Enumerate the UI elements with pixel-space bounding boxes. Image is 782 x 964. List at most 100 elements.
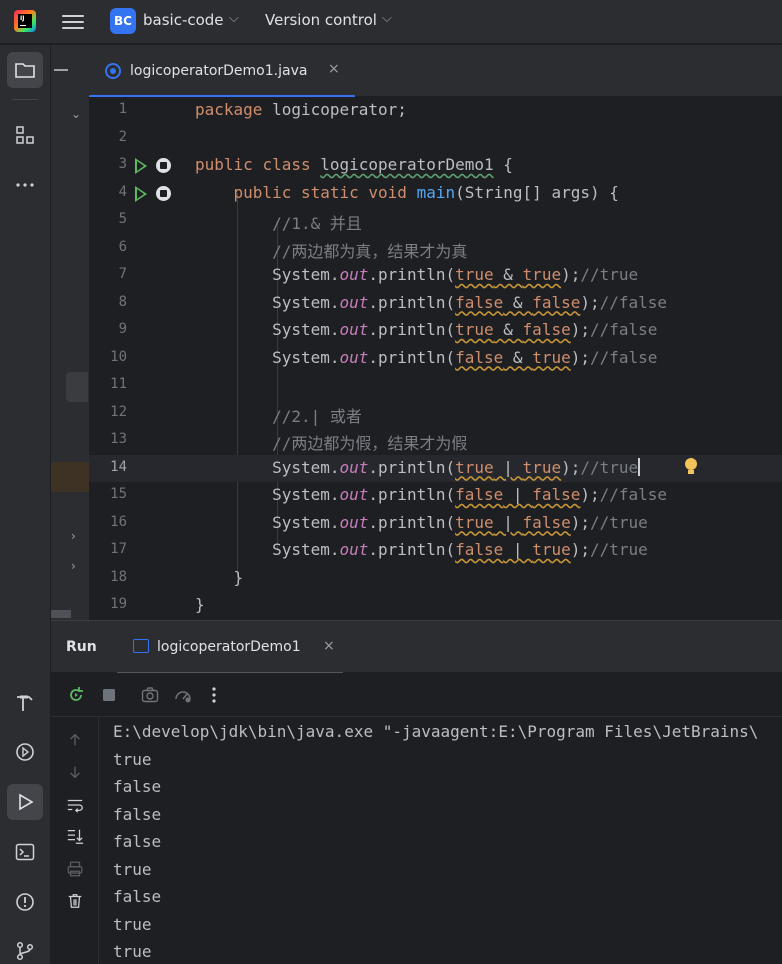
code-line[interactable]: 12 //2.| 或者 [89,400,782,428]
console-line: false [113,804,162,824]
console-line: false [113,777,162,796]
vcs-menu[interactable]: Version control [265,11,377,29]
down-icon[interactable] [64,761,86,783]
code-line[interactable]: 17 System.out.println(false | true);//tr… [89,537,782,565]
lightbulb-icon[interactable] [685,457,697,476]
breakpoint-stop-icon[interactable] [156,158,171,173]
code-line[interactable]: 15 System.out.println(false | false);//f… [89,482,782,510]
line-number: 6 [118,238,127,255]
minimize-icon[interactable] [54,69,68,71]
run-config-icon [133,639,149,653]
code-line[interactable]: 18 } [89,565,782,593]
profiler-icon[interactable] [172,684,194,706]
code-line[interactable]: 11 [89,372,782,400]
console-line: true [113,942,152,961]
services-icon[interactable] [7,734,43,770]
code-text: System.out.println(false | false);//fals… [272,485,668,504]
line-number: 19 [110,596,127,612]
code-line[interactable]: 7 System.out.println(true & true);//true [89,262,782,290]
run-header: Run logicoperatorDemo1 × [51,621,782,674]
horizontal-scrollbar[interactable] [51,610,71,618]
code-text: System.out.println(false & true);//false [272,347,658,367]
soft-wrap-icon[interactable] [64,794,86,816]
up-icon[interactable] [64,729,86,751]
current-code-line[interactable]: 14 System.out.println(true | true);//tru… [89,454,782,482]
code-text: System.out.println(false & false);//fals… [272,292,668,312]
run-gutter-icon[interactable] [135,185,147,202]
code-line[interactable]: 3 public class logicoperatorDemo1 { [89,152,782,180]
line-number: 15 [110,486,127,502]
code-line[interactable]: 16 System.out.println(true | false);//tr… [89,510,782,538]
title-bar: IJ BC basic-code ⌵ Version control ⌵ [0,0,782,44]
code-line[interactable]: 6 //两边都为真，结果才为真 [89,235,782,263]
intellij-logo-icon[interactable]: IJ [14,10,36,32]
run-icon[interactable] [7,784,43,820]
rerun-icon[interactable] [65,684,87,706]
line-number: 18 [110,568,127,585]
console-line: false [113,832,162,851]
trash-icon[interactable] [64,890,86,912]
code-text: System.out.println(true & true);//true [272,265,639,284]
line-number: 13 [110,431,127,447]
tab-label: logicoperatorDemo1.java [130,63,308,79]
code-text: } [233,567,244,587]
screenshot-icon[interactable] [139,684,161,706]
code-line[interactable]: 13 //两边都为假，结果才为假 [89,427,782,455]
stop-icon[interactable] [98,684,120,706]
code-line[interactable]: 19 } [89,592,782,620]
code-line[interactable]: 8 System.out.println(false & false);//fa… [89,290,782,318]
tab-logicoperatordemo1-java[interactable]: logicoperatorDemo1.java × [89,45,355,98]
run-config-tab[interactable]: logicoperatorDemo1 × [117,621,343,674]
code-line[interactable]: 5 //1.& 并且 [89,207,782,235]
problems-icon[interactable] [7,884,43,920]
line-number: 9 [118,321,127,337]
code-editor[interactable]: 1 package logicoperator; 2 3 public clas… [89,97,782,620]
project-name[interactable]: basic-code [143,11,224,29]
close-icon[interactable]: × [323,638,335,654]
code-line[interactable]: 2 [89,125,782,153]
code-line[interactable]: 10 System.out.println(false & true);//fa… [89,345,782,373]
terminal-icon[interactable] [7,834,43,870]
scroll-end-icon[interactable] [64,825,86,847]
git-icon[interactable] [7,933,43,964]
line-number: 11 [110,376,127,392]
print-icon[interactable] [64,858,86,880]
line-number: 14 [110,458,127,475]
breakpoint-stop-icon[interactable] [156,185,171,201]
run-title: Run [66,639,97,655]
code-text: System.out.println(true | false);//true [272,512,648,532]
code-text: //两边都为真，结果才为真 [272,241,468,261]
chevron-right-icon[interactable]: › [71,559,76,573]
line-number: 5 [118,211,127,227]
selected-tree-node[interactable] [66,372,88,402]
more-vert-icon[interactable] [203,684,225,706]
code-line[interactable]: 4 public static void main(String[] args)… [89,180,782,208]
console-line: E:\develop\jdk\bin\java.exe "-javaagent:… [113,722,759,741]
code-text: System.out.println(true & false);//false [272,320,658,339]
build-icon[interactable] [7,685,43,721]
chevron-down-icon[interactable]: ⌵ [229,11,239,26]
console-output[interactable]: E:\develop\jdk\bin\java.exe "-javaagent:… [113,717,782,964]
chevron-down-icon[interactable]: ⌵ [382,11,392,26]
code-line[interactable]: 9 System.out.println(true & false);//fal… [89,317,782,345]
chevron-right-icon[interactable]: › [71,529,76,543]
run-gutter-icon[interactable] [135,158,147,174]
code-text: //1.& 并且 [272,214,362,233]
line-number: 12 [110,403,127,420]
folder-icon[interactable] [7,52,43,88]
chevron-down-icon[interactable]: ⌄ [71,107,81,121]
code-text: System.out.println(true | true);//true [272,457,641,477]
project-badge[interactable]: BC [110,8,136,34]
code-text: } [195,595,205,614]
java-class-icon [105,63,121,79]
main-menu-icon[interactable] [62,12,84,30]
more-icon[interactable] [7,167,43,203]
line-number: 2 [118,128,127,145]
console-line: true [113,914,152,934]
console-line: true [113,859,152,879]
code-line[interactable]: 1 package logicoperator; [89,97,782,125]
structure-icon[interactable] [7,117,43,153]
console-line: true [113,749,152,769]
close-icon[interactable]: × [328,61,340,77]
code-text: public static void main(String[] args) { [233,182,619,202]
